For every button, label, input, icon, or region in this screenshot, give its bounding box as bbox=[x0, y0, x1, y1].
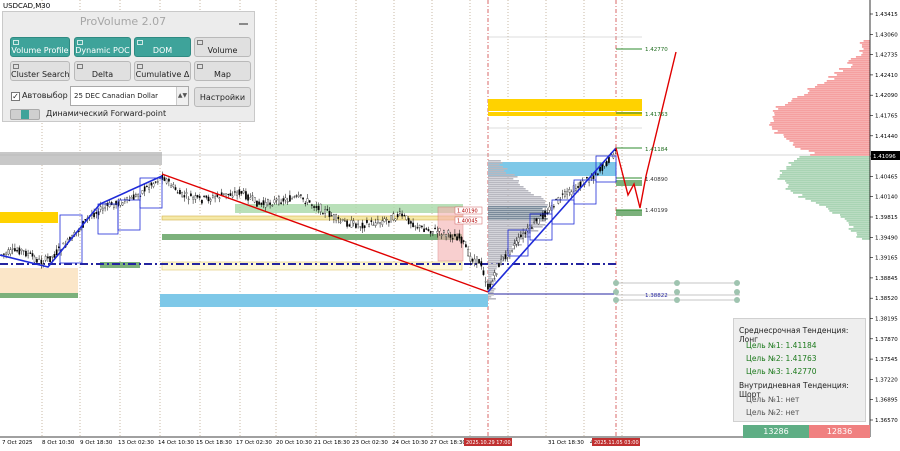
level-label: 1.42770 bbox=[645, 47, 668, 53]
chevron-updown-icon[interactable]: ▲▼ bbox=[176, 87, 188, 105]
time-tick-label: 7 Oct 2025 bbox=[2, 440, 33, 446]
intraday-target-2: Цель №2: нет bbox=[746, 408, 800, 417]
level-label: 1.38822 bbox=[645, 293, 668, 299]
level-label: 1.40045 bbox=[457, 219, 478, 225]
zones bbox=[0, 99, 642, 307]
level-label: 1.41184 bbox=[645, 147, 668, 153]
dynamic-poc-button[interactable]: Dynamic POC bbox=[74, 37, 131, 57]
forward-point-toggle[interactable] bbox=[10, 109, 40, 120]
price-tick-label: 1.40465 bbox=[875, 174, 898, 180]
level-label: 1.40890 bbox=[645, 177, 668, 183]
time-tick-label: 17 Oct 02:30 bbox=[236, 440, 272, 446]
cumulative-delta-button[interactable]: Cumulative Δ bbox=[134, 61, 191, 81]
time-marker: 2025.10.29 17:00 bbox=[466, 440, 511, 446]
provolume-panel: ProVolume 2.07 Volume Profile Dynamic PO… bbox=[2, 11, 255, 122]
price-tick-label: 1.37545 bbox=[875, 357, 898, 363]
medium-target-2: Цель №2: 1.41763 bbox=[746, 354, 817, 363]
cluster-search-button[interactable]: Cluster Search bbox=[10, 61, 70, 81]
medium-target-1: Цель №1: 1.41184 bbox=[746, 341, 817, 350]
price-tick-label: 1.41765 bbox=[875, 114, 898, 120]
price-tick-label: 1.40140 bbox=[875, 195, 898, 201]
time-tick-label: 15 Oct 18:30 bbox=[196, 440, 232, 446]
price-tick-label: 1.38195 bbox=[875, 317, 898, 323]
panel-title: ProVolume 2.07 bbox=[79, 15, 167, 28]
level-label: 1.41763 bbox=[645, 112, 668, 118]
settings-button[interactable]: Настройки bbox=[194, 87, 251, 107]
forward-point-label: Динамический Forward-point bbox=[46, 109, 167, 118]
delta-button[interactable]: Delta bbox=[74, 61, 131, 81]
price-tick-label: 1.36895 bbox=[875, 398, 898, 404]
price-tick-label: 1.42090 bbox=[875, 93, 898, 99]
time-tick-label: 21 Oct 18:30 bbox=[314, 440, 350, 446]
time-tick-label: 24 Oct 10:30 bbox=[392, 440, 428, 446]
price-tick-label: 1.37870 bbox=[875, 337, 898, 343]
instrument-select[interactable]: 25 DEC Canadian Dollar ▲▼ bbox=[70, 86, 189, 106]
medium-target-3: Цель №3: 1.42770 bbox=[746, 367, 817, 376]
level-label: 1.40190 bbox=[457, 209, 478, 215]
minimize-icon[interactable] bbox=[239, 17, 248, 25]
price-tick-label: 1.39490 bbox=[875, 235, 898, 241]
price-tick-label: 1.38520 bbox=[875, 296, 898, 302]
instrument-value: 25 DEC Canadian Dollar bbox=[74, 92, 159, 100]
trend-panel: Среднесрочная Тенденция: Лонг Цель №1: 1… bbox=[733, 318, 866, 422]
level-label: 1.40199 bbox=[645, 208, 668, 214]
price-tick-label: 1.39815 bbox=[875, 215, 898, 221]
price-tick-label: 1.37220 bbox=[875, 377, 898, 383]
time-tick-label: 27 Oct 18:30 bbox=[430, 440, 466, 446]
current-price: 1.41096 bbox=[873, 154, 896, 160]
buy-volume: 13286 bbox=[743, 425, 809, 438]
time-tick-label: 9 Oct 18:30 bbox=[80, 440, 113, 446]
dom-button[interactable]: DOM bbox=[134, 37, 191, 57]
time-tick-label: 8 Oct 10:30 bbox=[42, 440, 75, 446]
time-tick-label: 31 Oct 18:30 bbox=[548, 440, 584, 446]
price-tick-label: 1.41440 bbox=[875, 134, 898, 140]
volume-button[interactable]: Volume bbox=[194, 37, 251, 57]
price-tick-label: 1.42410 bbox=[875, 73, 898, 79]
time-tick-label: 14 Oct 10:30 bbox=[158, 440, 194, 446]
price-axis: 1.43415 1.43060 1.42735 1.42410 1.42090 1.417… bbox=[869, 0, 900, 437]
dom-volume-profile bbox=[769, 40, 870, 240]
time-tick-label: 13 Oct 02:30 bbox=[118, 440, 154, 446]
symbol-label: USDCAD,M30 bbox=[3, 2, 51, 10]
price-tick-label: 1.43060 bbox=[875, 32, 898, 38]
time-marker: 2025.11.05 03:00 bbox=[594, 440, 639, 446]
price-tick-label: 1.38845 bbox=[875, 276, 898, 282]
projection-dots bbox=[613, 280, 740, 303]
sell-volume: 12836 bbox=[809, 425, 870, 438]
map-button[interactable]: Map bbox=[194, 61, 251, 81]
auto-select-checkbox[interactable]: ✓ bbox=[11, 92, 20, 101]
intraday-target-1: Цель №1: нет bbox=[746, 395, 800, 404]
auto-select-label: Автовыбор bbox=[22, 91, 68, 100]
price-tick-label: 1.36570 bbox=[875, 418, 898, 424]
time-axis: 7 Oct 2025 8 Oct 10:30 9 Oct 18:30 13 Oct 0… bbox=[0, 436, 870, 446]
volume-profile-button[interactable]: Volume Profile bbox=[10, 37, 70, 57]
price-tick-label: 1.42735 bbox=[875, 53, 898, 59]
time-tick-label: 23 Oct 02:30 bbox=[352, 440, 388, 446]
time-tick-label: 20 Oct 10:30 bbox=[276, 440, 312, 446]
price-tick-label: 1.39165 bbox=[875, 256, 898, 262]
price-tick-label: 1.43415 bbox=[875, 12, 898, 18]
